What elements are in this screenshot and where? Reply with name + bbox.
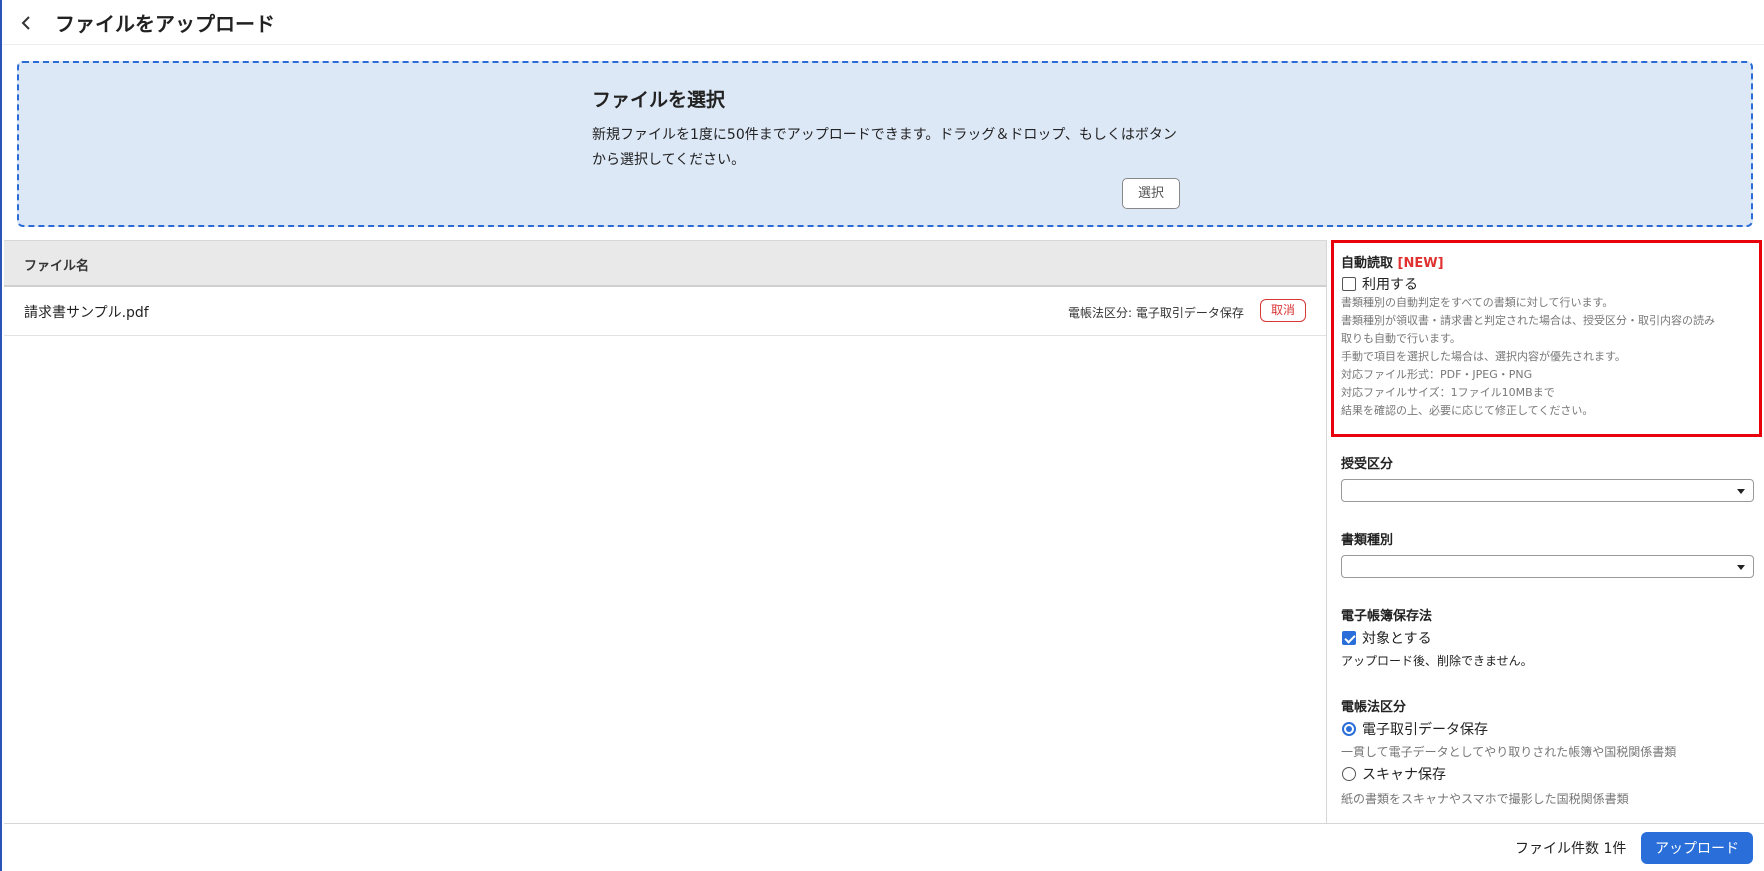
radio-electronic-label: 電子取引データ保存 [1362, 722, 1488, 738]
help-line: 結果を確認の上、必要に応じて修正してください。 [1341, 404, 1594, 417]
help-line: 書類種別が領収書・請求書と判定された場合は、授受区分・取引内容の読み [1341, 314, 1715, 327]
table-row: 請求書サンプル.pdf 電帳法区分: 電子取引データ保存 取消 [4, 287, 1326, 336]
checkbox-unchecked-icon[interactable] [1342, 277, 1356, 291]
help-line: 対応ファイル形式：PDF・JPEG・PNG [1341, 368, 1533, 381]
exchange-type-select[interactable] [1341, 479, 1754, 502]
caret-down-icon [1737, 565, 1745, 570]
cancel-file-button[interactable]: 取消 [1260, 299, 1306, 322]
help-line: 手動で項目を選択した場合は、選択内容が優先されます。 [1341, 350, 1626, 363]
radio-scanner-save[interactable]: スキャナ保存 [1342, 764, 1446, 784]
dropzone-title: ファイルを選択 [592, 89, 726, 111]
page-title: ファイルをアップロード [55, 12, 275, 36]
auto-read-label: 自動読取 [1341, 256, 1394, 271]
file-ebook-category: 電帳法区分: 電子取引データ保存 [1068, 306, 1244, 320]
page-header: ファイルをアップロード [2, 0, 1764, 45]
upload-page: ファイルをアップロード ファイルを選択 新規ファイルを1度に50件までアップロー… [0, 0, 1764, 871]
auto-read-title: 自動読取 [NEW] [1341, 252, 1444, 271]
help-line: 取りも自動で行います。 [1341, 332, 1461, 345]
file-drop-zone[interactable]: ファイルを選択 新規ファイルを1度に50件までアップロードできます。ドラッグ＆ド… [17, 61, 1753, 227]
exchange-type-label: 授受区分 [1341, 457, 1394, 472]
radio-scanner-desc: 紙の書類をスキャナやスマホで撮影した国税関係書類 [1341, 792, 1629, 806]
dropzone-description-line1: 新規ファイルを1度に50件までアップロードできます。ドラッグ＆ドロップ、もしくは… [592, 127, 1177, 143]
doc-type-label: 書類種別 [1341, 533, 1394, 548]
ebook-law-label: 電子帳簿保存法 [1341, 609, 1433, 624]
caret-down-icon [1737, 489, 1745, 494]
radio-unselected-icon[interactable] [1342, 767, 1356, 781]
auto-read-section: 自動読取 [NEW] 利用する 書類種別の自動判定をすべての書類に対して行います… [1331, 240, 1762, 437]
radio-scanner-label: スキャナ保存 [1362, 767, 1446, 783]
file-count: ファイル件数 1件 [1515, 841, 1627, 857]
file-table-header: ファイル名 [4, 240, 1326, 287]
dropzone-description-line2: から選択してください。 [592, 152, 746, 168]
help-line: 書類種別の自動判定をすべての書類に対して行います。 [1341, 296, 1614, 309]
ebook-category-label: 電帳法区分 [1341, 700, 1407, 715]
doc-type-select[interactable] [1341, 555, 1754, 578]
radio-electronic-desc: 一貫して電子データとしてやり取りされた帳簿や国税関係書類 [1341, 745, 1677, 759]
auto-read-help: 書類種別の自動判定をすべての書類に対して行います。 書類種別が領収書・請求書と判… [1341, 294, 1764, 420]
ebook-law-checkbox[interactable]: 対象とする [1342, 628, 1432, 648]
file-name: 請求書サンプル.pdf [24, 305, 149, 321]
checkbox-checked-icon[interactable] [1342, 631, 1356, 645]
radio-selected-icon[interactable] [1342, 722, 1356, 736]
new-badge: [NEW] [1397, 256, 1444, 271]
settings-panel: 自動読取 [NEW] 利用する 書類種別の自動判定をすべての書類に対して行います… [1326, 240, 1764, 823]
page-footer: ファイル件数 1件 アップロード [4, 823, 1764, 871]
ebook-law-note: アップロード後、削除できません。 [1341, 654, 1533, 668]
select-file-button[interactable]: 選択 [1122, 178, 1180, 209]
help-line: 対応ファイルサイズ：1ファイル10MBまで [1341, 386, 1555, 399]
radio-electronic-transaction[interactable]: 電子取引データ保存 [1342, 719, 1488, 739]
upload-button[interactable]: アップロード [1641, 832, 1753, 864]
column-header-file-name: ファイル名 [24, 259, 90, 274]
ebook-law-checkbox-label: 対象とする [1362, 631, 1432, 647]
back-chevron-icon[interactable] [20, 10, 42, 34]
auto-read-checkbox[interactable]: 利用する [1342, 274, 1418, 294]
dropzone-description: 新規ファイルを1度に50件までアップロードできます。ドラッグ＆ドロップ、もしくは… [592, 123, 1192, 173]
auto-read-checkbox-label: 利用する [1362, 277, 1418, 293]
